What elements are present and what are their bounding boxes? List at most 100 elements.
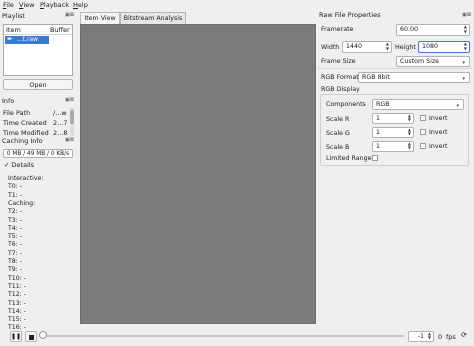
frame-slider-track[interactable] [42,335,404,337]
width-label: Width [321,44,340,51]
height-value: 1080 [422,43,439,50]
cache-line: T8: - [8,258,23,265]
cache-line: T10: - [8,274,26,282]
invert-g-checkbox[interactable] [420,129,426,135]
cache-line: T5: - [8,233,23,241]
scale-b-spinbox[interactable]: 1 ▲ ▼ [372,141,414,152]
menu-playback[interactable]: Playback [40,1,69,9]
playlist-dock-buttons[interactable]: ▣⊠ [65,12,74,18]
components-combo[interactable]: RGB ▾ [372,99,464,110]
components-value: RGB [376,101,390,108]
raw-file-icon: ▬ [7,36,12,42]
scale-r-label: Scale R [326,116,350,123]
scale-b-label: Scale B [326,144,350,151]
chevron-down-icon: ▾ [456,103,459,109]
info-key: File Path [3,109,31,117]
divider [318,68,472,69]
cache-line: Caching: [8,199,36,207]
playlist-item-name: ...t.raw [17,36,39,43]
menu-file[interactable]: File [3,1,14,9]
frame-slider-handle[interactable] [39,331,47,339]
cache-line: T3: - [8,216,23,224]
cache-line: T6: - [8,241,23,249]
column-item[interactable]: Item [6,26,21,34]
info-value: 2...7 [53,119,68,127]
scale-b-value: 1 [376,143,381,150]
stop-icon [29,335,34,340]
framerate-label: Framerate [321,26,354,33]
spin-arrows-icon[interactable]: ▲ ▼ [428,332,431,340]
fps-label: fps [446,333,456,341]
pause-button[interactable]: ❚❚ [10,331,22,342]
check-icon: ✓ [4,161,10,169]
frame-size-combo[interactable]: Custom Size ▾ [396,56,470,67]
fps-value: 0 [438,333,443,341]
framerate-spinbox[interactable]: 60.00 ▲ ▼ [396,24,470,36]
framerate-value: 60.00 [400,26,419,33]
cache-line: T1: - [8,191,23,199]
cache-progress-bar: 0 MB / 49 MB / 0 KB/s [3,149,73,158]
limited-range-checkbox[interactable] [372,155,378,161]
rgb-format-combo[interactable]: RGB 8bit ▾ [358,72,470,83]
stop-button[interactable] [25,331,37,342]
menu-view[interactable]: View [19,1,34,9]
chevron-down-icon: ▾ [462,76,465,82]
cache-line: T12: - [8,291,26,299]
spin-arrows-icon[interactable]: ▲ ▼ [464,24,467,34]
menu-bar: File View Playback Help [0,0,474,11]
info-title: Info [2,97,15,105]
playlist-tree[interactable]: Item Buffer ▬ ...t.raw [3,24,73,76]
invert-r-checkbox[interactable] [420,115,426,121]
scale-g-spinbox[interactable]: 1 ▲ ▼ [372,127,414,138]
invert-r-label: Invert [429,115,448,122]
height-spinbox[interactable]: 1080 ▲ ▼ [418,41,470,53]
cache-progress-text: 0 MB / 49 MB / 0 KB/s [6,151,70,157]
playlist-header: Item Buffer [4,25,72,35]
info-dock-buttons[interactable]: ▣⊠ [65,97,74,103]
frame-spinbox[interactable]: -1 ▲ ▼ [408,331,434,342]
spin-arrows-icon[interactable]: ▲ ▼ [408,114,411,122]
frame-size-value: Custom Size [400,58,440,65]
cache-line: T4: - [8,224,23,232]
info-scrollbar[interactable] [70,108,74,136]
cache-line: T15: - [8,316,26,324]
caching-dock-buttons[interactable]: ▣⊠ [65,137,74,143]
repeat-icon[interactable]: ⟳ [461,331,467,339]
cache-line: T11: - [8,282,26,290]
width-spinbox[interactable]: 1440 ▲ ▼ [342,41,392,53]
scale-r-value: 1 [376,115,381,122]
info-key: Time Created [3,119,47,127]
info-value: /...w [53,109,67,117]
rgb-format-label: RGB Format [321,74,359,81]
cache-line: T14: - [8,307,26,315]
cache-line: T7: - [8,249,23,257]
details-toggle[interactable]: ✓ Details [4,161,34,169]
info-table: File Path /...w Time Created 2...7 Time … [3,109,67,135]
tab-bitstream-analysis[interactable]: Bitstream Analysis [120,12,186,24]
raw-properties-title: Raw File Properties [319,11,381,19]
cache-line: Interactive: [8,175,44,182]
cache-details: Interactive: T0: - T1: - Caching: T2: - … [0,169,76,331]
spin-arrows-icon[interactable]: ▲ ▼ [408,142,411,150]
invert-b-checkbox[interactable] [420,143,426,149]
details-label: Details [11,161,35,169]
spin-arrows-icon[interactable]: ▲ ▼ [386,41,389,51]
column-buffer[interactable]: Buffer [50,26,70,34]
video-viewer[interactable] [80,24,316,324]
playlist-item-row[interactable]: ▬ ...t.raw [5,36,49,44]
menu-help[interactable]: Help [73,1,88,9]
height-label: Height [395,44,416,51]
info-scrollbar-thumb[interactable] [70,110,74,124]
invert-g-label: Invert [429,129,448,136]
spin-arrows-icon[interactable]: ▲ ▼ [464,41,467,51]
scale-g-label: Scale G [326,130,350,137]
raw-properties-dock-buttons[interactable]: ▣⊠ [462,12,471,18]
scale-r-spinbox[interactable]: 1 ▲ ▼ [372,113,414,124]
tab-item-view[interactable]: Item View [80,12,120,24]
spin-arrows-icon[interactable]: ▲ ▼ [408,128,411,136]
cache-line: T13: - [8,299,26,307]
caching-title: Caching Info [2,137,43,145]
limited-range-label: Limited Range [326,155,372,162]
open-button[interactable]: Open [3,79,73,90]
rgb-display-label: RGB Display [321,86,360,93]
